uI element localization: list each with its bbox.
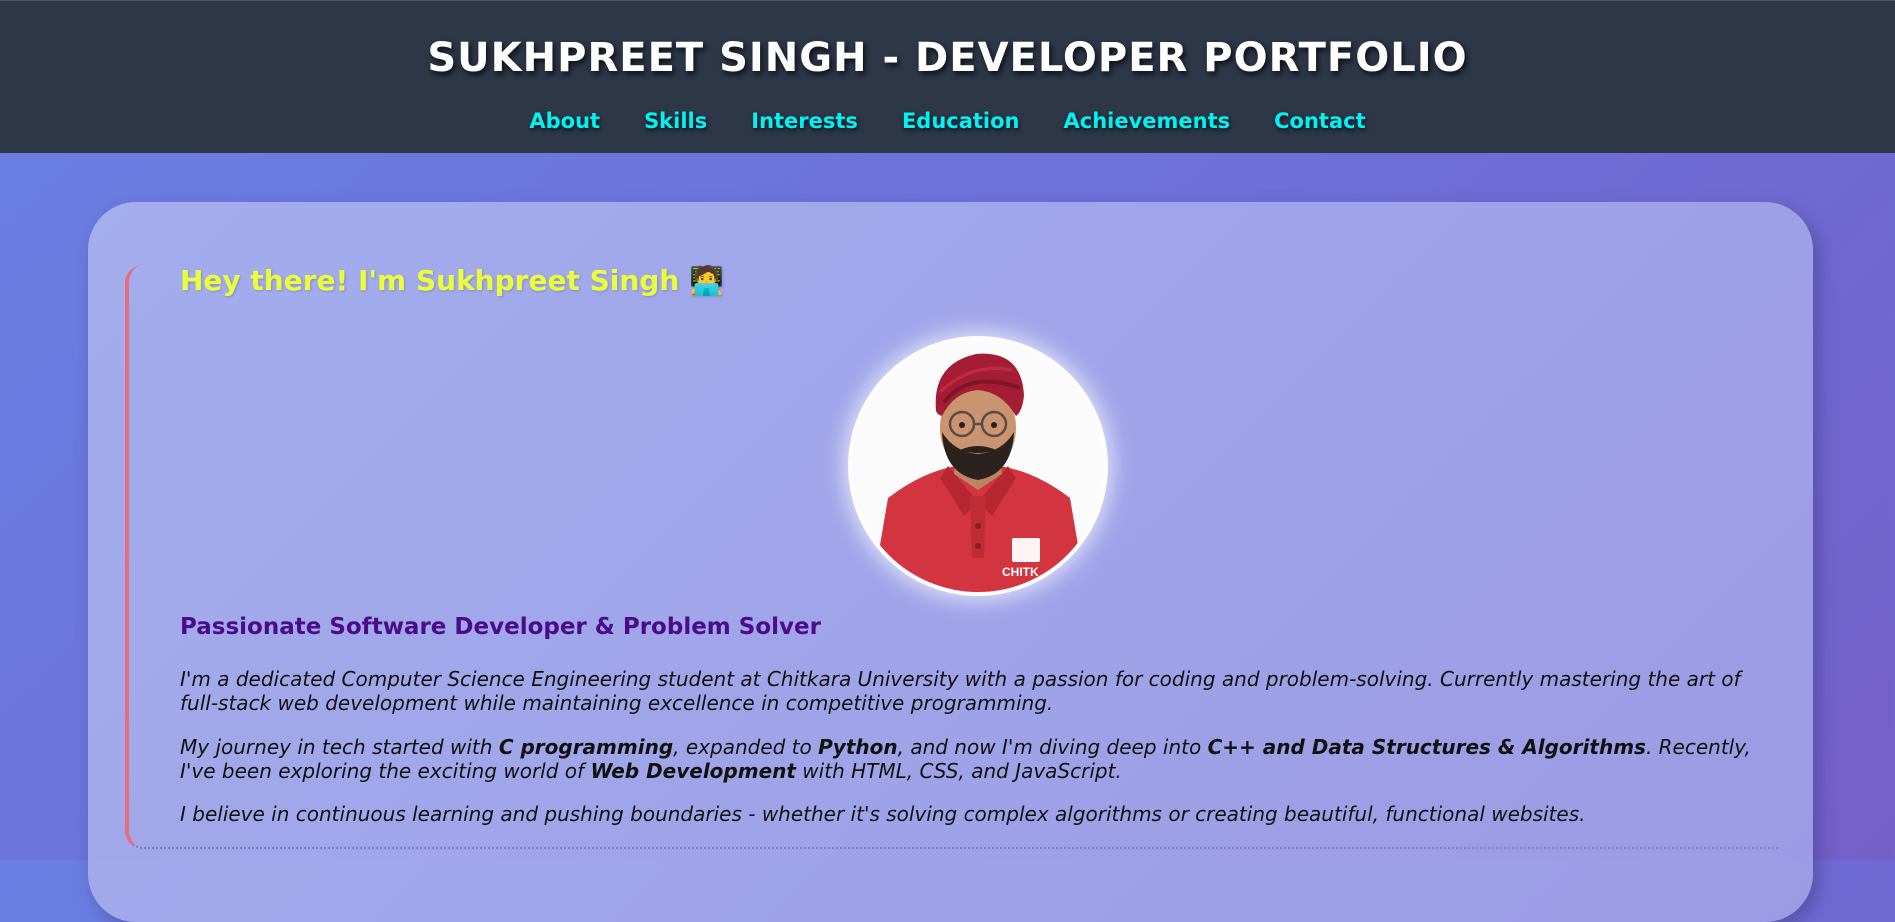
p2-text-3: , and now I'm diving deep into xyxy=(897,735,1208,759)
nav-interests[interactable]: Interests xyxy=(751,109,858,133)
shirt-logo-text: CHITK xyxy=(1002,565,1039,579)
tagline: Passionate Software Developer & Problem … xyxy=(180,614,821,640)
nav-skills[interactable]: Skills xyxy=(644,109,707,133)
nav-achievements[interactable]: Achievements xyxy=(1064,109,1231,133)
profile-photo-illustration: CHITK xyxy=(852,340,1104,592)
p2-text-1: My journey in tech started with xyxy=(180,735,499,759)
site-title: SUKHPREET SINGH - DEVELOPER PORTFOLIO xyxy=(427,35,1468,81)
about-paragraph-3: I believe in continuous learning and pus… xyxy=(180,802,1586,826)
main-nav: About Skills Interests Education Achieve… xyxy=(0,109,1895,133)
p2-text-5: with HTML, CSS, and JavaScript. xyxy=(795,759,1122,783)
nav-contact[interactable]: Contact xyxy=(1274,109,1366,133)
about-paragraph-1: I'm a dedicated Computer Science Enginee… xyxy=(180,667,1741,715)
p2-highlight-webdev: Web Development xyxy=(590,759,796,783)
nav-about[interactable]: About xyxy=(529,109,600,133)
profile-photo: CHITK xyxy=(852,340,1104,592)
p2-highlight-c: C programming xyxy=(498,735,674,759)
site-header: SUKHPREET SINGH - DEVELOPER PORTFOLIO Ab… xyxy=(0,0,1895,153)
p2-highlight-python: Python xyxy=(818,735,898,759)
p2-text-2: , expanded to xyxy=(673,735,819,759)
about-paragraph-2: My journey in tech started with C progra… xyxy=(180,735,1770,783)
p2-highlight-cpp-dsa: C++ and Data Structures & Algorithms xyxy=(1207,735,1646,759)
nav-education[interactable]: Education xyxy=(902,109,1020,133)
greeting-heading: Hey there! I'm Sukhpreet Singh 🧑‍💻 xyxy=(180,264,724,297)
